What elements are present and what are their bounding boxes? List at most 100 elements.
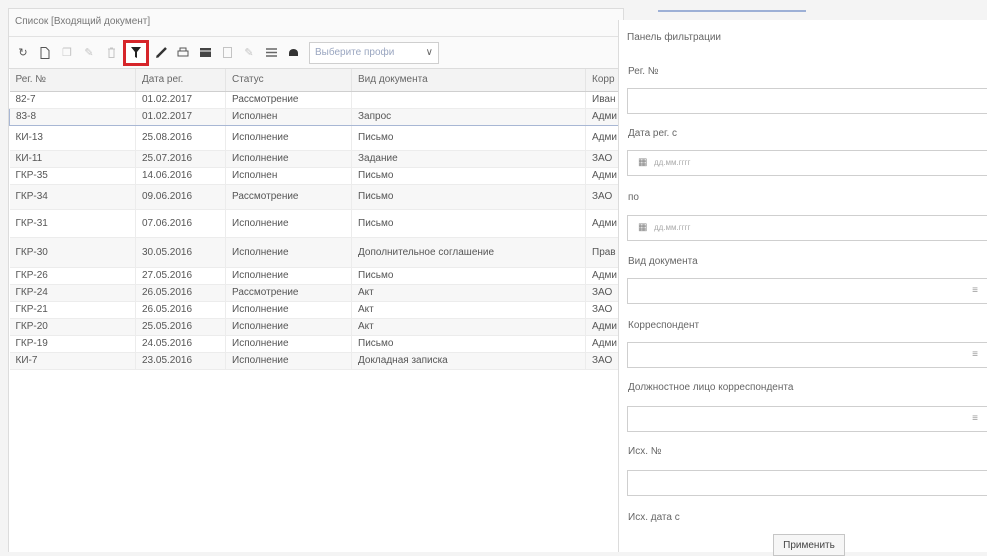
print-icon: [177, 47, 189, 57]
calendar-icon: ▦: [638, 222, 648, 233]
column-header-date[interactable]: Дата рег.: [135, 69, 226, 92]
delete-icon: [107, 47, 115, 58]
table-row[interactable]: ГКР-21 26.05.2016 Исполнение Акт ЗАО: [9, 301, 626, 319]
cell-reg: ГКР-34: [9, 184, 136, 210]
clear-filter-button[interactable]: [151, 43, 171, 63]
table-row[interactable]: ГКР-19 24.05.2016 Исполнение Письмо Адми: [9, 335, 626, 353]
table-view-button[interactable]: [195, 43, 215, 63]
profile-select[interactable]: Выберите профи ∨: [309, 41, 439, 64]
list-button[interactable]: [261, 43, 281, 63]
apply-button[interactable]: Применить: [773, 534, 845, 556]
cell-date: 25.08.2016: [135, 125, 226, 151]
cell-date: 07.06.2016: [135, 209, 226, 238]
cell-status: Исполнение: [225, 318, 352, 336]
top-strip: [0, 0, 618, 8]
official-label: Должностное лицо корреспондента: [628, 382, 794, 393]
cell-reg: ГКР-24: [9, 284, 136, 302]
cell-status: Исполнение: [225, 267, 352, 285]
profile-icon: [288, 49, 298, 56]
outgoing-number-input[interactable]: [627, 470, 987, 496]
filter-top-accent: [658, 0, 806, 12]
table-row[interactable]: ГКР-31 07.06.2016 Исполнение Письмо Адми: [9, 209, 626, 238]
cell-reg: КИ-7: [9, 352, 136, 370]
cell-reg: КИ-13: [9, 125, 136, 151]
cell-reg: 82-7: [9, 91, 136, 109]
export-icon: [222, 47, 232, 58]
cell-date: 23.05.2016: [135, 352, 226, 370]
refresh-button[interactable]: ↻: [13, 43, 33, 63]
table-row[interactable]: 83-8 01.02.2017 Исполнен Запрос Адми: [9, 107, 626, 126]
document-list-panel: Список [Входящий документ] ↻ ❐ ✎ ✎ Выбер…: [8, 8, 626, 552]
cell-kind: Дополнительное соглашение: [351, 237, 586, 268]
cell-kind: Письмо: [351, 167, 586, 185]
cell-status: Исполнение: [225, 352, 352, 370]
correspondent-input[interactable]: ≡: [627, 342, 987, 368]
print-button[interactable]: [173, 43, 193, 63]
date-to-input[interactable]: ▦ дд.мм.гггг: [627, 215, 987, 241]
new-document-button[interactable]: [35, 43, 55, 63]
table-row[interactable]: ГКР-34 09.06.2016 Рассмотрение Письмо ЗАО: [9, 184, 626, 210]
cell-date: 27.05.2016: [135, 267, 226, 285]
table-row[interactable]: ГКР-35 14.06.2016 Исполнен Письмо Адми: [9, 167, 626, 185]
table-row[interactable]: КИ-13 25.08.2016 Исполнение Письмо Адми: [9, 125, 626, 151]
cell-status: Рассмотрение: [225, 91, 352, 109]
filter-panel: Панель фильтрации Рег. № Дата рег. с ▦ д…: [618, 20, 987, 556]
date-from-label: Дата рег. с: [628, 128, 678, 139]
cell-kind: Задание: [351, 150, 586, 168]
table-row[interactable]: ГКР-24 26.05.2016 Рассмотрение Акт ЗАО: [9, 284, 626, 302]
attach-button[interactable]: ✎: [239, 43, 259, 63]
table-row[interactable]: ГКР-30 30.05.2016 Исполнение Дополнительное…: [9, 237, 626, 268]
cell-status: Исполнение: [225, 335, 352, 353]
export-button[interactable]: [217, 43, 237, 63]
cell-kind: Запрос: [351, 107, 586, 126]
clear-filter-icon: [155, 47, 167, 58]
cell-kind: Акт: [351, 318, 586, 336]
list-picker-icon[interactable]: ≡: [972, 285, 978, 296]
profile-button[interactable]: [283, 43, 303, 63]
reg-number-label: Рег. №: [628, 66, 659, 77]
table-row[interactable]: КИ-7 23.05.2016 Исполнение Докладная записк…: [9, 352, 626, 370]
list-picker-icon[interactable]: ≡: [972, 349, 978, 360]
cell-date: 01.02.2017: [135, 91, 226, 109]
cell-date: 25.05.2016: [135, 318, 226, 336]
cell-reg: ГКР-30: [9, 237, 136, 268]
cell-date: 26.05.2016: [135, 284, 226, 302]
cell-status: Исполнение: [225, 237, 352, 268]
cell-reg: 83-8: [9, 107, 136, 126]
cell-reg: ГКР-31: [9, 209, 136, 238]
cell-date: 25.07.2016: [135, 150, 226, 168]
table-body: 82-7 01.02.2017 Рассмотрение Иван 83-8 01.02.…: [9, 91, 626, 370]
profile-select-placeholder: Выберите профи: [315, 47, 395, 58]
reg-number-input[interactable]: [627, 88, 987, 114]
calendar-icon: ▦: [638, 157, 648, 168]
date-to-placeholder: дд.мм.гггг: [654, 223, 691, 232]
attach-icon: ✎: [244, 47, 254, 59]
document-kind-input[interactable]: ≡: [627, 278, 987, 304]
filter-button[interactable]: [123, 39, 149, 66]
date-from-input[interactable]: ▦ дд.мм.гггг: [627, 150, 987, 176]
cell-reg: ГКР-21: [9, 301, 136, 319]
table-row[interactable]: ГКР-20 25.05.2016 Исполнение Акт Адми: [9, 318, 626, 336]
cell-date: 09.06.2016: [135, 184, 226, 210]
cell-kind: Письмо: [351, 209, 586, 238]
list-toolbar: ↻ ❐ ✎ ✎ Выберите профи ∨: [9, 37, 623, 69]
column-header-status[interactable]: Статус: [225, 69, 352, 92]
column-header-kind[interactable]: Вид документа: [351, 69, 586, 92]
filter-icon: [131, 47, 141, 58]
edit-button[interactable]: ✎: [79, 43, 99, 63]
delete-button[interactable]: [101, 43, 121, 63]
column-header-reg[interactable]: Рег. №: [9, 69, 136, 92]
cell-kind: Письмо: [351, 184, 586, 210]
table-row[interactable]: 82-7 01.02.2017 Рассмотрение Иван: [9, 91, 626, 109]
table-header-row: Рег. № Дата рег. Статус Вид документа Ко…: [9, 69, 626, 92]
table-row[interactable]: КИ-11 25.07.2016 Исполнение Задание ЗАО: [9, 150, 626, 168]
chevron-down-icon: ∨: [425, 47, 433, 58]
list-picker-icon[interactable]: ≡: [972, 413, 978, 424]
cell-reg: ГКР-20: [9, 318, 136, 336]
cell-reg: ГКР-35: [9, 167, 136, 185]
copy-button[interactable]: ❐: [57, 43, 77, 63]
outgoing-number-label: Исх. №: [628, 446, 662, 457]
table-row[interactable]: ГКР-26 27.05.2016 Исполнение Письмо Адми: [9, 267, 626, 285]
correspondent-label: Корреспондент: [628, 320, 700, 331]
official-input[interactable]: ≡: [627, 406, 987, 432]
